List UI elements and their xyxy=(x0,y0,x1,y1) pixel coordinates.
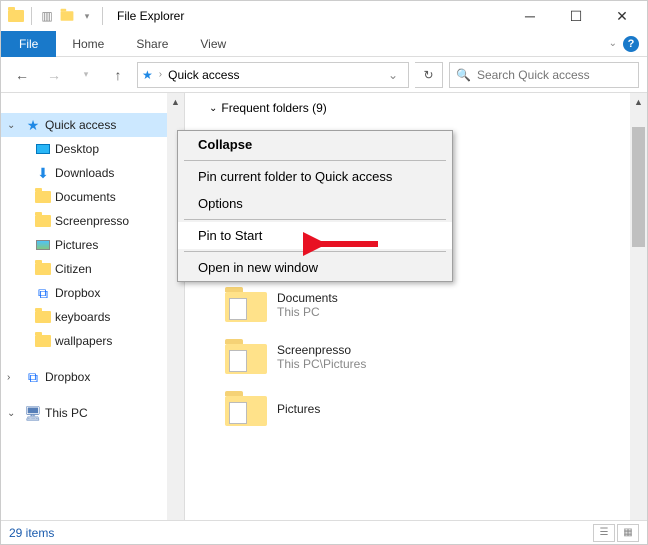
sidebar-item-pictures[interactable]: Pictures xyxy=(29,233,184,257)
content-scrollbar[interactable]: ▲ xyxy=(630,93,647,520)
search-box[interactable]: 🔍 xyxy=(449,62,639,88)
menu-collapse[interactable]: Collapse xyxy=(178,131,452,158)
sidebar-item-label: Quick access xyxy=(45,118,116,132)
folder-icon xyxy=(35,309,51,325)
collapse-icon[interactable]: ⌄ xyxy=(7,120,21,131)
folder-name: Screenpresso xyxy=(277,343,366,357)
address-bar: ← → ▾ ↑ ★ › Quick access ⌄ ↻ 🔍 xyxy=(1,57,647,93)
pictures-icon xyxy=(36,240,50,250)
sidebar-item-label: keyboards xyxy=(55,310,110,324)
ribbon: File Home Share View ⌄ ? xyxy=(1,31,647,57)
folder-name: Documents xyxy=(277,291,338,305)
sidebar-item-citizen[interactable]: Citizen xyxy=(29,257,184,281)
item-count: 29 items xyxy=(9,526,54,540)
qat-newfolder-icon[interactable] xyxy=(58,7,76,25)
menu-options[interactable]: Options xyxy=(178,190,452,217)
app-icon xyxy=(7,7,25,25)
pc-icon: 🖥 xyxy=(25,405,41,421)
sidebar-dropbox-root[interactable]: › ⧉ Dropbox xyxy=(1,365,184,389)
folder-large-icon xyxy=(225,392,267,426)
sidebar-item-label: This PC xyxy=(45,406,88,420)
chevron-right-icon[interactable]: › xyxy=(159,69,162,80)
folder-large-icon xyxy=(225,340,267,374)
maximize-button[interactable]: ☐ xyxy=(553,1,599,31)
sidebar-quick-access[interactable]: ⌄ ★ Quick access xyxy=(1,113,184,137)
view-icons-button[interactable]: ▦ xyxy=(617,524,639,542)
sidebar-item-label: Screenpresso xyxy=(55,214,129,228)
close-button[interactable]: ✕ xyxy=(599,1,645,31)
sidebar-this-pc[interactable]: ⌄ 🖥 This PC xyxy=(1,401,184,425)
tab-home[interactable]: Home xyxy=(56,33,120,55)
up-button[interactable]: ↑ xyxy=(105,62,131,88)
chevron-down-icon[interactable]: ⌄ xyxy=(209,103,217,114)
tab-share[interactable]: Share xyxy=(120,33,184,55)
recent-dropdown[interactable]: ▾ xyxy=(73,62,99,88)
qat-properties-icon[interactable]: ▥ xyxy=(38,7,56,25)
sidebar-item-label: wallpapers xyxy=(55,334,112,348)
sidebar-item-desktop[interactable]: Desktop xyxy=(29,137,184,161)
minimize-button[interactable]: ─ xyxy=(507,1,553,31)
annotation-arrow xyxy=(303,229,383,259)
breadcrumb-location[interactable]: Quick access xyxy=(168,68,239,82)
qat-dropdown-icon[interactable]: ▾ xyxy=(78,7,96,25)
ribbon-expand-icon[interactable]: ⌄ xyxy=(609,38,617,49)
title-bar: ▥ ▾ File Explorer ─ ☐ ✕ xyxy=(1,1,647,31)
collapse-icon[interactable]: ⌄ xyxy=(7,408,21,419)
sidebar-item-keyboards[interactable]: keyboards xyxy=(29,305,184,329)
search-input[interactable] xyxy=(477,68,632,82)
refresh-button[interactable]: ↻ xyxy=(415,62,443,88)
desktop-icon xyxy=(36,144,50,154)
folder-location: This PC xyxy=(277,305,338,319)
chevron-down-icon[interactable]: ⌄ xyxy=(382,68,404,82)
context-menu: Collapse Pin current folder to Quick acc… xyxy=(177,130,453,282)
sidebar-item-label: Dropbox xyxy=(45,370,90,384)
file-menu[interactable]: File xyxy=(1,31,56,57)
sidebar-item-downloads[interactable]: ⬇ Downloads xyxy=(29,161,184,185)
dropbox-icon: ⧉ xyxy=(25,369,41,385)
view-details-button[interactable]: ☰ xyxy=(593,524,615,542)
sidebar-item-label: Citizen xyxy=(55,262,92,276)
folder-icon xyxy=(35,189,51,205)
star-icon: ★ xyxy=(142,68,153,82)
sidebar-item-dropbox[interactable]: ⧉ Dropbox xyxy=(29,281,184,305)
dropbox-icon: ⧉ xyxy=(35,285,51,301)
folder-large-icon xyxy=(225,288,267,322)
folder-item[interactable]: DocumentsThis PC xyxy=(225,279,647,331)
menu-pin-quick-access[interactable]: Pin current folder to Quick access xyxy=(178,163,452,190)
group-header[interactable]: ⌄ Frequent folders (9) xyxy=(185,93,647,119)
sidebar-item-screenpresso[interactable]: Screenpresso xyxy=(29,209,184,233)
folder-name: Pictures xyxy=(277,402,320,416)
search-icon: 🔍 xyxy=(456,68,471,82)
folder-icon xyxy=(35,333,51,349)
sidebar-item-label: Dropbox xyxy=(55,286,100,300)
star-icon: ★ xyxy=(25,117,41,133)
folder-item[interactable]: Pictures xyxy=(225,383,647,435)
downloads-icon: ⬇ xyxy=(35,165,51,181)
sidebar-item-label: Downloads xyxy=(55,166,114,180)
forward-button[interactable]: → xyxy=(41,62,67,88)
expand-icon[interactable]: › xyxy=(7,372,21,383)
folder-item[interactable]: ScreenpressoThis PC\Pictures xyxy=(225,331,647,383)
sidebar-item-label: Desktop xyxy=(55,142,99,156)
sidebar-item-label: Documents xyxy=(55,190,116,204)
tab-view[interactable]: View xyxy=(184,33,242,55)
window-title: File Explorer xyxy=(117,9,184,23)
sidebar-item-documents[interactable]: Documents xyxy=(29,185,184,209)
scroll-up-icon[interactable]: ▲ xyxy=(630,93,647,110)
scroll-up-icon[interactable]: ▲ xyxy=(167,93,184,110)
sidebar-item-label: Pictures xyxy=(55,238,98,252)
breadcrumb[interactable]: ★ › Quick access ⌄ xyxy=(137,62,409,88)
folder-icon xyxy=(35,213,51,229)
back-button[interactable]: ← xyxy=(9,62,35,88)
folder-location: This PC\Pictures xyxy=(277,357,366,371)
scroll-thumb[interactable] xyxy=(632,127,645,247)
folder-icon xyxy=(35,261,51,277)
group-header-label: Frequent folders (9) xyxy=(221,101,326,115)
sidebar-item-wallpapers[interactable]: wallpapers xyxy=(29,329,184,353)
help-button[interactable]: ? xyxy=(623,36,639,52)
status-bar: 29 items ☰ ▦ xyxy=(1,520,647,544)
navigation-pane: ⌄ ★ Quick access Desktop ⬇ Downloads Docu… xyxy=(1,93,185,520)
